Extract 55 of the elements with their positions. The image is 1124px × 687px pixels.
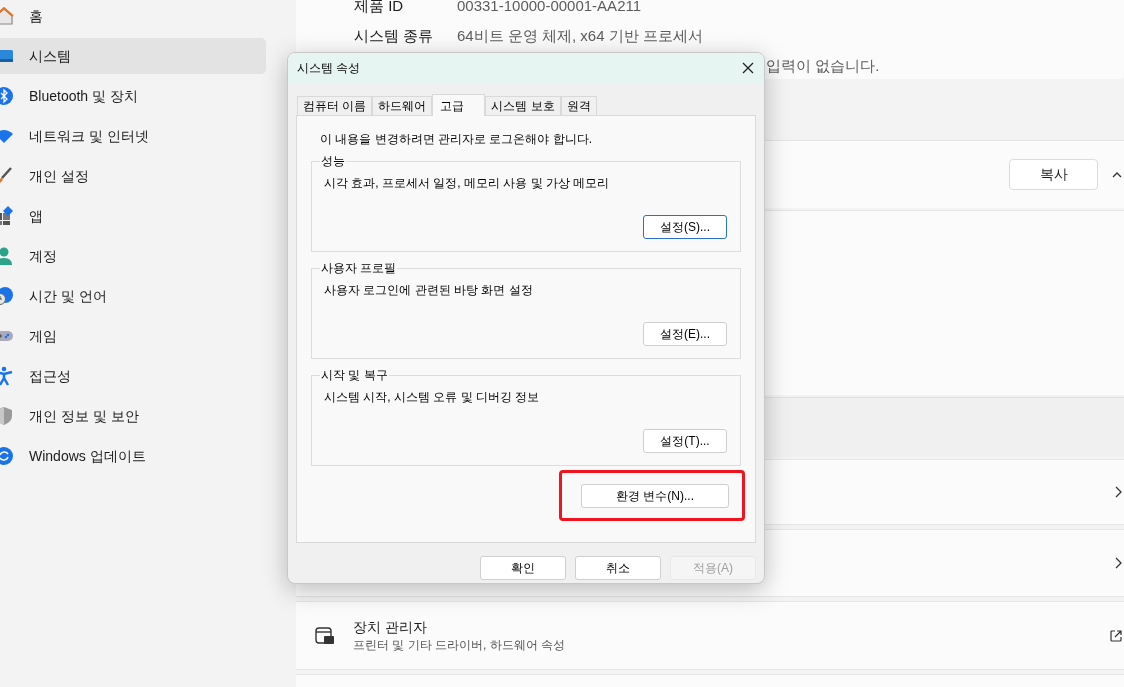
group-description: 사용자 로그인에 관련된 바탕 화면 설정 bbox=[324, 282, 534, 298]
external-link-icon bbox=[1110, 629, 1122, 642]
chevron-up-icon[interactable] bbox=[1112, 170, 1122, 179]
notice-text: 이 내용을 변경하려면 관리자로 로그온해야 합니다. bbox=[320, 131, 593, 148]
group-description: 시스템 시작, 시스템 오류 및 디버깅 정보 bbox=[324, 389, 541, 405]
spec-label: 시스템 종류 bbox=[354, 25, 435, 46]
tab[interactable]: 원격 bbox=[560, 96, 597, 115]
setting-description: 프린터 및 기타 드라이버, 하드웨어 속성 bbox=[353, 636, 566, 654]
globe-icon bbox=[0, 286, 14, 306]
person-icon bbox=[0, 246, 14, 266]
spec-value: 입력이 없습니다. bbox=[766, 56, 880, 76]
sidebar-item[interactable]: 게임 bbox=[0, 318, 266, 354]
group-description: 시각 효과, 프로세서 일정, 메모리 사용 및 가상 메모리 bbox=[324, 175, 611, 191]
sidebar-item[interactable]: 앱 bbox=[0, 198, 266, 234]
sidebar-item[interactable]: 개인 설정 bbox=[0, 158, 266, 194]
group-title: 성능 bbox=[320, 153, 346, 169]
spec-value: 64비트 운영 체제, x64 기반 프로세서 bbox=[457, 25, 703, 46]
setting-title: 장치 관리자 bbox=[353, 617, 428, 637]
dialog-button[interactable]: 확인 bbox=[480, 556, 566, 580]
sidebar-item[interactable]: 네트워크 및 인터넷 bbox=[0, 118, 266, 154]
spec-label: 제품 ID bbox=[354, 0, 405, 16]
window-title: 시스템 속성 bbox=[297, 60, 361, 77]
sidebar-item[interactable]: Bluetooth 및 장치 bbox=[0, 78, 266, 114]
device-manager-icon bbox=[315, 626, 335, 645]
sidebar-item[interactable]: 시스템 bbox=[0, 38, 266, 74]
sidebar-item[interactable]: 시간 및 언어 bbox=[0, 278, 266, 314]
apps-icon bbox=[0, 206, 14, 226]
settings-button[interactable]: 설정(T)... bbox=[643, 429, 727, 453]
bluetooth-icon bbox=[0, 86, 14, 106]
sidebar-item[interactable]: 홈 bbox=[0, 0, 266, 34]
accessibility-icon bbox=[0, 366, 14, 386]
dialog-button: 적용(A) bbox=[670, 556, 756, 580]
environment-variables-button[interactable]: 환경 변수(N)... bbox=[581, 484, 729, 508]
chevron-right-icon bbox=[1115, 486, 1122, 498]
settings-button[interactable]: 설정(S)... bbox=[643, 215, 727, 239]
group-title: 시작 및 복구 bbox=[320, 367, 389, 383]
sidebar-item[interactable]: 계정 bbox=[0, 238, 266, 274]
spec-value: 00331-10000-00001-AA211 bbox=[457, 0, 642, 16]
tab[interactable]: 컴퓨터 이름 bbox=[297, 96, 373, 115]
tab[interactable]: 고급 bbox=[432, 94, 486, 116]
settings-button[interactable]: 설정(E)... bbox=[643, 322, 727, 346]
tab[interactable]: 시스템 보호 bbox=[485, 96, 561, 115]
update-icon bbox=[0, 446, 14, 466]
chevron-right-icon bbox=[1115, 557, 1122, 569]
group-title: 사용자 프로필 bbox=[320, 260, 398, 276]
settings-row[interactable]: 장치 관리자 프린터 및 기타 드라이버, 하드웨어 속성 bbox=[296, 601, 1124, 670]
shield-icon bbox=[0, 406, 14, 426]
home-icon bbox=[0, 6, 14, 26]
tab[interactable]: 하드웨어 bbox=[372, 96, 433, 115]
close-icon[interactable] bbox=[742, 62, 754, 74]
sidebar-item[interactable]: 접근성 bbox=[0, 358, 266, 394]
sidebar-item[interactable]: 개인 정보 및 보안 bbox=[0, 398, 266, 434]
sidebar-item[interactable]: Windows 업데이트 bbox=[0, 438, 266, 474]
dialog-button[interactable]: 취소 bbox=[575, 556, 661, 580]
copy-button[interactable]: 복사 bbox=[1009, 159, 1098, 190]
